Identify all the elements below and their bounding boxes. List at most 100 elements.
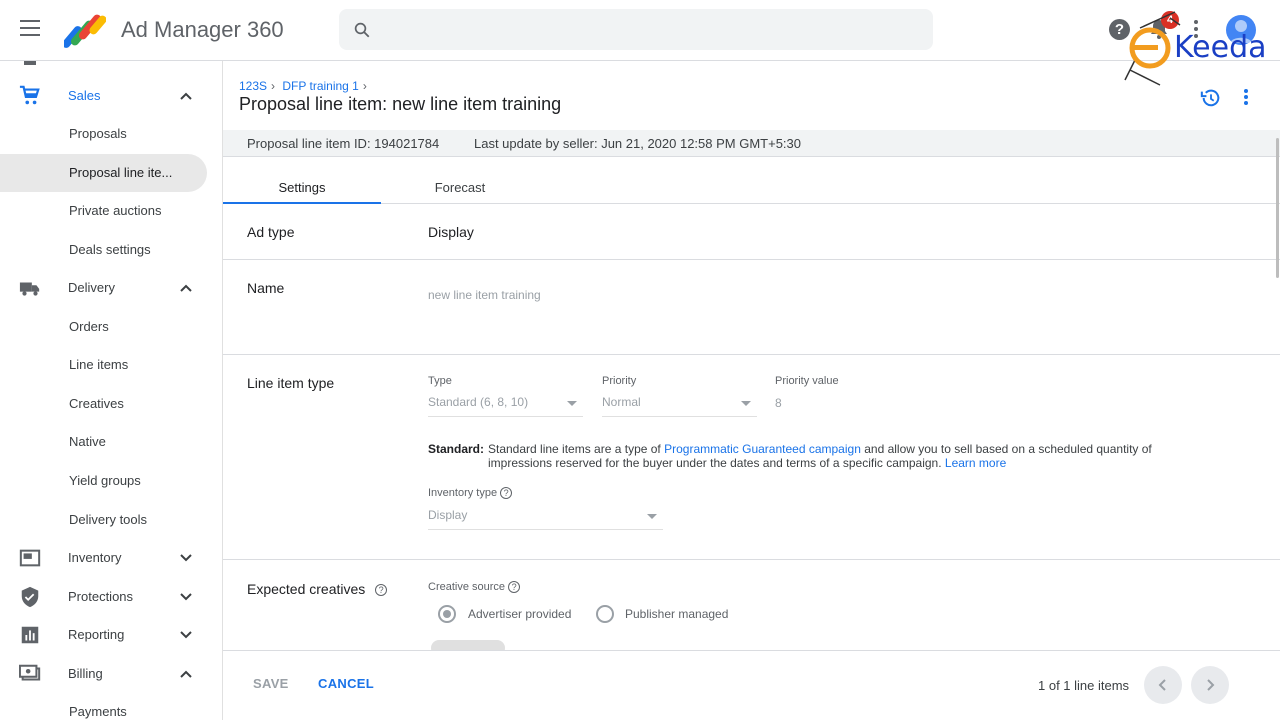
sidebar-item-label: Billing — [68, 666, 103, 681]
advertiser-provided-radio[interactable] — [438, 605, 456, 623]
history-icon[interactable] — [1200, 87, 1222, 109]
sidebar-item-delivery-tools[interactable]: Delivery tools — [0, 501, 222, 539]
programmatic-guaranteed-link[interactable]: Programmatic Guaranteed campaign — [664, 442, 861, 456]
expected-creatives-label: Expected creatives ? — [247, 581, 388, 597]
priority-value-label: Priority value — [775, 375, 839, 387]
search-bar[interactable] — [339, 9, 933, 50]
breadcrumb-item[interactable]: 123S — [239, 79, 267, 93]
ad-type-value: Display — [428, 224, 474, 240]
sidebar-item-label: Sales — [68, 88, 101, 103]
chevron-up-icon — [180, 670, 192, 678]
sidebar-section-billing[interactable]: Billing — [0, 655, 222, 693]
publisher-managed-radio[interactable] — [596, 605, 614, 623]
previous-button[interactable] — [1144, 666, 1182, 704]
sidebar-item-payments[interactable]: Payments — [0, 693, 222, 720]
shield-icon — [21, 586, 39, 608]
sidebar-item-label: Payments — [69, 704, 127, 719]
inventory-type-dropdown[interactable]: Display — [428, 508, 663, 530]
line-item-type-description: Standard: Standard line items are a type… — [428, 442, 1218, 470]
sidebar-item-line-items[interactable]: Line items — [0, 346, 222, 384]
billing-icon — [19, 664, 41, 681]
sidebar-item-label: Orders — [69, 319, 109, 334]
sidebar-item-deals-settings[interactable]: Deals settings — [0, 231, 222, 269]
watermark-text: Keeda — [1174, 30, 1267, 65]
sidebar-item-private-auctions[interactable]: Private auctions — [0, 192, 222, 230]
sidebar-item-label: Protections — [68, 589, 134, 604]
breadcrumb-separator-icon: › — [271, 79, 276, 93]
search-input[interactable] — [389, 9, 919, 50]
next-button[interactable] — [1191, 666, 1229, 704]
sidebar-section-delivery[interactable]: Delivery — [0, 269, 222, 307]
info-bar: Proposal line item ID: 194021784 Last up… — [223, 130, 1280, 157]
advertiser-provided-label: Advertiser provided — [468, 607, 572, 621]
tab-settings[interactable]: Settings — [223, 169, 381, 204]
inventory-type-label: Inventory type ? — [428, 487, 513, 500]
type-label: Type — [428, 375, 452, 387]
cancel-button[interactable]: CANCEL — [318, 676, 374, 691]
sidebar-item-creatives[interactable]: Creatives — [0, 385, 222, 423]
sidebar-item-label: Yield groups — [69, 473, 141, 488]
top-bar: Ad Manager 360 ? 4 Keeda — [0, 0, 1280, 86]
sidebar-item-proposals[interactable]: Proposals — [0, 115, 222, 153]
line-item-type-row: Line item type Type Standard (6, 8, 10) … — [223, 355, 1280, 560]
breadcrumb-item[interactable]: DFP training 1 — [282, 79, 358, 93]
sidebar-item-label: Inventory — [68, 550, 122, 565]
dropdown-arrow-icon — [567, 401, 577, 406]
sidebar-section-reporting[interactable]: Reporting — [0, 616, 222, 654]
creative-source-label-text: Creative source — [428, 581, 506, 593]
search-icon — [354, 22, 370, 38]
breadcrumb: 123S › DFP training 1 › — [239, 79, 371, 93]
expected-creatives-label-text: Expected creatives — [247, 581, 366, 597]
footer-bar: SAVE CANCEL 1 of 1 line items — [223, 650, 1280, 720]
app-title: Ad Manager 360 — [121, 17, 284, 42]
creative-source-label: Creative source ? — [428, 581, 521, 594]
type-dropdown-value: Standard (6, 8, 10) — [428, 395, 529, 409]
sidebar-item-label: Native — [69, 434, 106, 449]
chevron-up-icon — [180, 92, 192, 100]
scrollbar[interactable] — [1276, 138, 1279, 278]
line-item-type-label: Line item type — [247, 375, 335, 391]
page-title: Proposal line item: new line item traini… — [239, 94, 562, 114]
description-text: Standard line items are a type of — [488, 442, 661, 456]
learn-more-link[interactable]: Learn more — [945, 456, 1006, 470]
ad-type-row: Ad type Display — [223, 204, 1280, 260]
tab-bar: Settings Forecast — [223, 169, 1280, 204]
dashboard-icon[interactable] — [24, 61, 36, 65]
sidebar-item-label: Delivery tools — [69, 512, 148, 527]
description-heading: Standard: — [428, 442, 485, 456]
chevron-down-icon — [180, 554, 192, 562]
name-field[interactable]: new line item training — [428, 288, 541, 302]
tab-forecast[interactable]: Forecast — [381, 169, 539, 204]
sidebar-item-orders[interactable]: Orders — [0, 308, 222, 346]
sidebar-item-native[interactable]: Native — [0, 423, 222, 461]
help-icon[interactable]: ? — [508, 581, 521, 594]
expected-creatives-row: Expected creatives ? Creative source ? A… — [223, 560, 1280, 656]
sidebar-section-protections[interactable]: Protections — [0, 578, 222, 616]
chevron-up-icon — [180, 284, 192, 292]
breadcrumb-separator-icon: › — [362, 79, 367, 93]
priority-label: Priority — [602, 375, 637, 387]
name-row: Name new line item training — [223, 260, 1280, 355]
inventory-icon — [19, 549, 41, 567]
more-vert-icon[interactable] — [1243, 88, 1249, 106]
help-icon[interactable]: ? — [500, 487, 513, 500]
sidebar-item-label: Proposal line ite... — [69, 165, 173, 180]
sidebar-item-yield-groups[interactable]: Yield groups — [0, 462, 222, 500]
ad-type-label: Ad type — [247, 224, 295, 240]
sidebar-section-inventory[interactable]: Inventory — [0, 539, 222, 577]
inventory-type-value: Display — [428, 508, 468, 522]
save-button[interactable]: SAVE — [253, 676, 289, 691]
sidebar-item-label: Deals settings — [69, 242, 151, 257]
menu-icon[interactable] — [20, 20, 40, 36]
truck-icon — [19, 282, 40, 296]
type-dropdown[interactable]: Standard (6, 8, 10) — [428, 395, 583, 417]
help-icon[interactable]: ? — [375, 584, 388, 597]
priority-dropdown[interactable]: Normal — [602, 395, 757, 417]
line-item-id: Proposal line item ID: 194021784 — [247, 136, 440, 151]
priority-dropdown-value: Normal — [602, 395, 641, 409]
inventory-type-label-text: Inventory type — [428, 487, 498, 499]
sidebar-item-label: Creatives — [69, 396, 124, 411]
sidebar-item-proposal-line-items[interactable]: Proposal line ite... — [0, 154, 207, 192]
chevron-left-icon — [1158, 679, 1166, 691]
sidebar-section-sales[interactable]: Sales — [0, 77, 222, 115]
